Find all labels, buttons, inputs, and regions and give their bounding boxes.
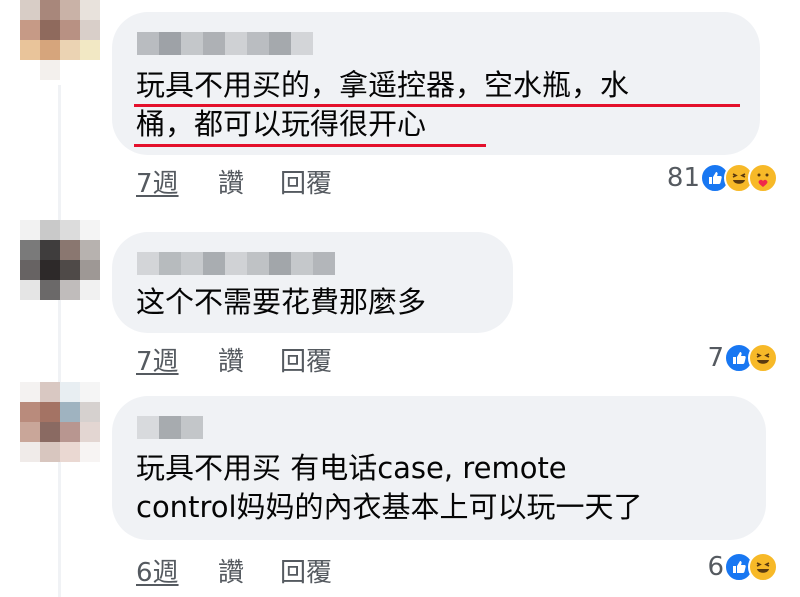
comment-bubble: 这个不需要花費那麼多 (112, 232, 513, 333)
timestamp-link[interactable]: 7週 (136, 341, 218, 378)
reaction-summary[interactable]: 6 (707, 552, 778, 582)
timestamp-link[interactable]: 6週 (136, 552, 218, 589)
haha-icon (748, 552, 778, 582)
comment-line: 这个不需要花費那麼多 (136, 285, 427, 319)
reaction-summary[interactable]: 7 (707, 343, 778, 373)
reply-button[interactable]: 回覆 (280, 163, 370, 200)
comment-bubble: 玩具不用买 有电话case, remote control妈妈的內衣基本上可以玩… (112, 396, 766, 540)
comment-bubble: 玩具不用买的，拿遥控器，空水瓶，水 桶，都可以玩得很开心 (112, 12, 760, 155)
red-underline (134, 104, 740, 107)
blurred-author-name[interactable] (137, 252, 335, 275)
like-button[interactable]: 讚 (218, 163, 280, 200)
comment-actions: 7週 讚 回覆 (136, 341, 370, 378)
haha-icon (748, 343, 778, 373)
reaction-count: 81 (666, 163, 700, 193)
blurred-author-name[interactable] (137, 416, 203, 439)
comment-actions: 6週 讚 回覆 (136, 552, 370, 589)
timestamp-link[interactable]: 7週 (136, 163, 218, 200)
thread-line (58, 85, 61, 597)
reply-button[interactable]: 回覆 (280, 552, 370, 589)
avatar[interactable] (20, 220, 100, 300)
comment-line: 玩具不用买的，拿遥控器，空水瓶，水 (136, 68, 630, 102)
care-icon (748, 163, 778, 193)
comment-line: 玩具不用买 有电话case, remote (136, 451, 567, 485)
comment-actions: 7週 讚 回覆 (136, 163, 370, 200)
comment-text: 玩具不用买 有电话case, remote control妈妈的內衣基本上可以玩… (136, 449, 643, 527)
red-underline (134, 144, 486, 147)
like-button[interactable]: 讚 (218, 341, 280, 378)
reaction-summary[interactable]: 81 (667, 163, 778, 193)
avatar[interactable] (20, 0, 100, 80)
reaction-count: 6 (707, 552, 724, 582)
like-button[interactable]: 讚 (218, 552, 280, 589)
comment-line: 桶，都可以玩得很开心 (136, 107, 427, 141)
comment-line: control妈妈的內衣基本上可以玩一天了 (136, 490, 643, 524)
reaction-count: 7 (707, 343, 724, 373)
blurred-author-name[interactable] (137, 32, 313, 55)
avatar[interactable] (20, 382, 100, 462)
comment-text: 这个不需要花費那麼多 (136, 283, 426, 322)
reply-button[interactable]: 回覆 (280, 341, 370, 378)
